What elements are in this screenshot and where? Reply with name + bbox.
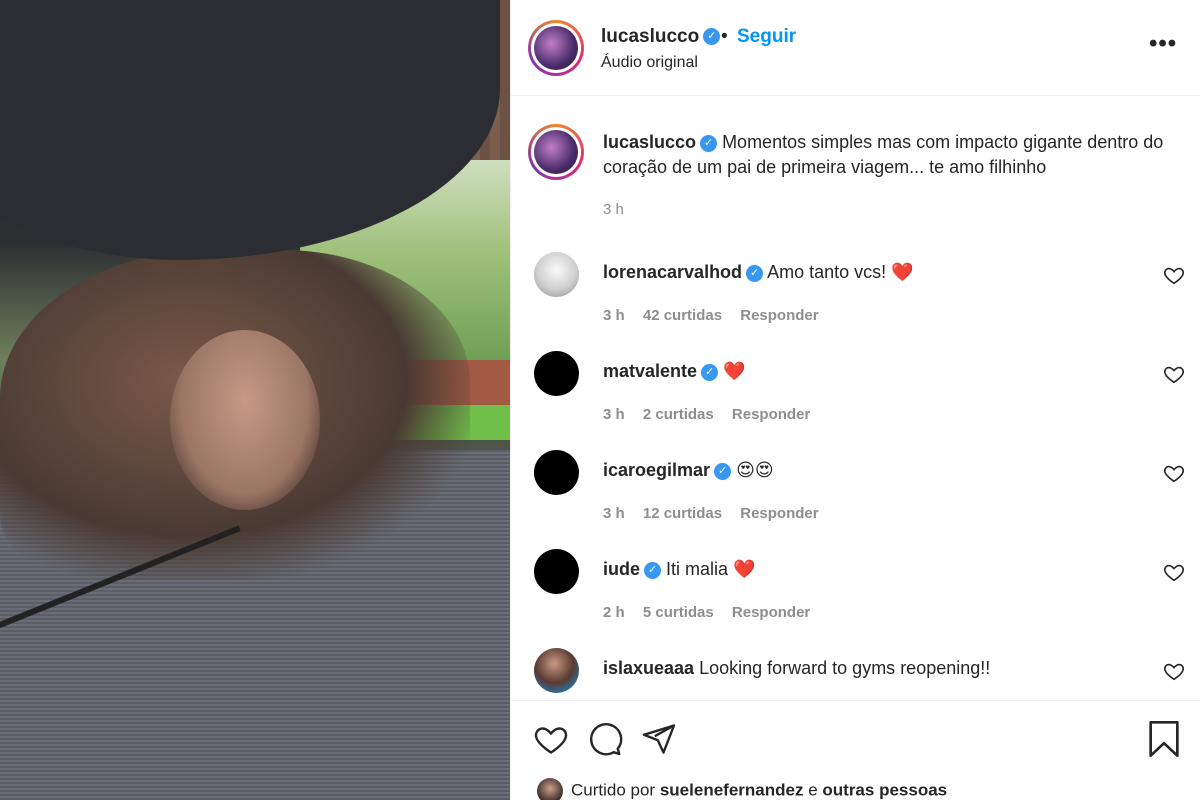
comment-line: lorenacarvalhod ✓ Amo tanto vcs! ❤️ xyxy=(603,262,914,283)
comment-time[interactable]: 3 h xyxy=(603,307,625,324)
comment-username[interactable]: islaxueaaa xyxy=(603,658,694,678)
reply-button[interactable]: Responder xyxy=(740,505,818,522)
verified-icon: ✓ xyxy=(746,264,764,282)
author-avatar[interactable] xyxy=(528,20,584,76)
comment-item: lorenacarvalhod ✓ Amo tanto vcs! ❤️ 3 h 4… xyxy=(511,252,1200,350)
comment-username[interactable]: iude xyxy=(603,559,640,579)
comment-like-heart-icon[interactable] xyxy=(1163,264,1185,286)
verified-icon: ✓ xyxy=(703,28,721,46)
comment-like-heart-icon[interactable] xyxy=(1163,660,1185,682)
post-caption: lucaslucco ✓ Momentos simples mas com imp… xyxy=(511,96,1200,231)
comment-item: icaroegilmar ✓ 😍😍 3 h 12 curtidas Respond… xyxy=(511,450,1200,548)
comment-like-heart-icon[interactable] xyxy=(1163,363,1185,385)
separator-dot: • xyxy=(721,26,728,47)
comment-likes[interactable]: 42 curtidas xyxy=(643,307,722,324)
comment-line: islaxueaaa Looking forward to gyms reope… xyxy=(603,658,990,679)
comment-text: Amo tanto vcs! ❤️ xyxy=(767,262,914,282)
comment-meta: 3 h 2 curtidas Responder xyxy=(603,406,824,423)
comment-time[interactable]: 2 h xyxy=(603,604,625,621)
author-username[interactable]: lucaslucco ✓ xyxy=(601,26,721,48)
comment-meta: 3 h 12 curtidas Responder xyxy=(603,505,833,522)
reply-button[interactable]: Responder xyxy=(732,406,810,423)
comment-item: matvalente ✓ ❤️ 3 h 2 curtidas Responder xyxy=(511,351,1200,449)
verified-icon: ✓ xyxy=(701,363,719,381)
post-side-panel: lucaslucco ✓ • Seguir Áudio original ••• … xyxy=(510,0,1200,800)
share-icon[interactable] xyxy=(641,721,677,757)
comment-username[interactable]: matvalente xyxy=(603,361,697,381)
commenter-avatar[interactable] xyxy=(534,648,579,693)
reply-button[interactable]: Responder xyxy=(732,604,810,621)
comment-username[interactable]: lorenacarvalhod xyxy=(603,262,742,282)
comment-item: iude ✓ Iti malia ❤️ 2 h 5 curtidas Respon… xyxy=(511,549,1200,647)
commenter-avatar[interactable] xyxy=(534,450,579,495)
comment-likes[interactable]: 12 curtidas xyxy=(643,505,722,522)
comment-likes[interactable]: 5 curtidas xyxy=(643,604,714,621)
comment-meta: 3 h 42 curtidas Responder xyxy=(603,307,833,324)
caption-username[interactable]: lucaslucco xyxy=(603,132,696,152)
comment-text: Looking forward to gyms reopening!! xyxy=(699,658,991,678)
comment-meta: 2 h 5 curtidas Responder xyxy=(603,604,824,621)
audio-link[interactable]: Áudio original xyxy=(601,54,698,72)
verified-icon: ✓ xyxy=(700,134,718,152)
post-video[interactable] xyxy=(0,0,510,800)
comment-text: 😍😍 xyxy=(736,460,774,480)
verified-icon: ✓ xyxy=(714,462,732,480)
comment-username[interactable]: icaroegilmar xyxy=(603,460,710,480)
like-heart-icon[interactable] xyxy=(533,721,569,757)
reply-button[interactable]: Responder xyxy=(740,307,818,324)
comment-icon[interactable] xyxy=(587,721,623,757)
liked-by-others[interactable]: outras pessoas xyxy=(822,780,947,799)
caption-text: lucaslucco ✓ Momentos simples mas com imp… xyxy=(603,130,1183,180)
comment-like-heart-icon[interactable] xyxy=(1163,462,1185,484)
comment-time[interactable]: 3 h xyxy=(603,406,625,423)
comment-line: iude ✓ Iti malia ❤️ xyxy=(603,559,755,580)
comment-line: matvalente ✓ ❤️ xyxy=(603,361,745,382)
follow-button[interactable]: Seguir xyxy=(737,26,796,48)
comment-like-heart-icon[interactable] xyxy=(1163,561,1185,583)
caption-avatar[interactable] xyxy=(528,124,584,180)
caption-time[interactable]: 3 h xyxy=(603,201,624,218)
post-header: lucaslucco ✓ • Seguir Áudio original ••• xyxy=(511,0,1200,96)
comment-item: islaxueaaa Looking forward to gyms reope… xyxy=(511,648,1200,698)
verified-icon: ✓ xyxy=(644,561,662,579)
comment-text: ❤️ xyxy=(723,361,746,381)
liked-by-summary: Curtido por suelenefernandez e outras pe… xyxy=(537,778,947,800)
video-baby xyxy=(170,330,320,510)
comment-text: Iti malia ❤️ xyxy=(666,559,756,579)
commenter-avatar[interactable] xyxy=(534,351,579,396)
commenter-avatar[interactable] xyxy=(534,549,579,594)
comment-likes[interactable]: 2 curtidas xyxy=(643,406,714,423)
bookmark-icon[interactable] xyxy=(1147,719,1181,759)
more-options-icon[interactable]: ••• xyxy=(1149,30,1177,58)
liked-by-avatar[interactable] xyxy=(537,778,563,800)
commenter-avatar[interactable] xyxy=(534,252,579,297)
liked-by-user[interactable]: suelenefernandez xyxy=(660,780,804,799)
comment-line: icaroegilmar ✓ 😍😍 xyxy=(603,460,774,481)
comment-time[interactable]: 3 h xyxy=(603,505,625,522)
